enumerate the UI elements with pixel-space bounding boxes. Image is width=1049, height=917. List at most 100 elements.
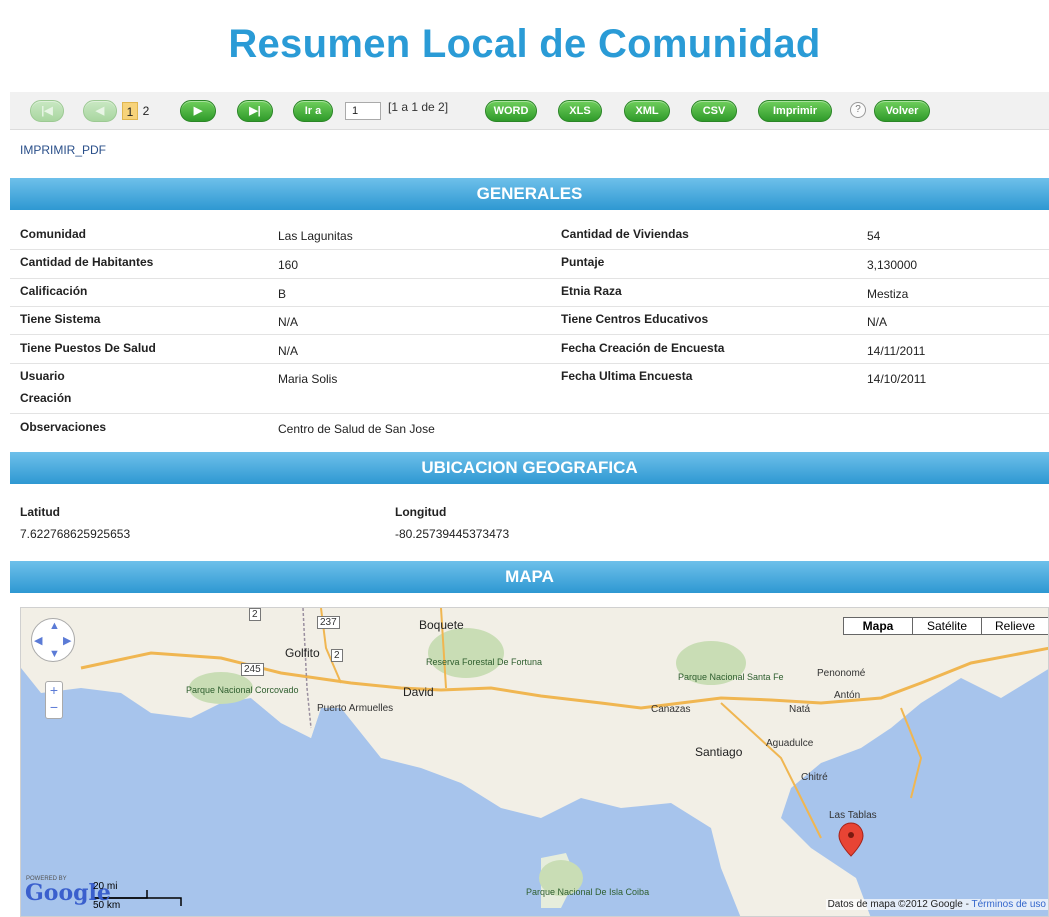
map-label-boquete: Boquete xyxy=(419,618,464,632)
centros-educativos-label: Tiene Centros Educativos xyxy=(561,312,709,326)
print-pdf-link[interactable]: IMPRIMIR_PDF xyxy=(20,143,106,157)
back-button[interactable]: Volver xyxy=(874,100,930,122)
etnia-label: Etnia Raza xyxy=(561,284,622,298)
map-label-nata: Natá xyxy=(789,704,811,715)
zoom-in-icon[interactable]: + xyxy=(46,682,62,699)
habitantes-label: Cantidad de Habitantes xyxy=(20,255,154,269)
pan-control[interactable]: ▲ ◀ ▶ ▼ xyxy=(31,618,75,662)
row-divider xyxy=(10,278,1049,279)
first-page-icon: |◀ xyxy=(41,105,53,117)
map-attribution: Datos de mapa ©2012 Google - Términos de… xyxy=(825,899,1048,910)
observaciones-label: Observaciones xyxy=(20,420,107,434)
fecha-creacion-label: Fecha Creación de Encuesta xyxy=(561,341,725,355)
comunidad-label: Comunidad xyxy=(20,227,86,241)
ubicacion-header: UBICACION GEOGRAFICA xyxy=(10,452,1049,484)
page-link-1[interactable]: 1 xyxy=(122,102,138,120)
page-title: Resumen Local de Comunidad xyxy=(228,22,821,66)
google-map[interactable]: ▲ ◀ ▶ ▼ + − Mapa Satélite Relieve Boquet… xyxy=(20,607,1049,917)
etnia-value: Mestiza xyxy=(867,287,909,301)
route-badge-2: 2 xyxy=(331,649,343,662)
fecha-creacion-value: 14/11/2011 xyxy=(867,344,926,358)
pan-down-icon: ▼ xyxy=(49,648,60,660)
row-divider xyxy=(10,363,1049,364)
tiene-sistema-label: Tiene Sistema xyxy=(20,312,101,326)
scale-km: 50 km xyxy=(93,900,121,911)
generales-header: GENERALES xyxy=(10,178,1049,210)
print-button[interactable]: Imprimir xyxy=(758,100,832,122)
calificacion-value: B xyxy=(278,287,287,301)
pan-left-icon: ◀ xyxy=(34,635,43,647)
fecha-ultima-label: Fecha Ultima Encuesta xyxy=(561,369,693,383)
usuario-creacion-label: Creación xyxy=(20,391,72,405)
export-csv-button[interactable]: CSV xyxy=(691,100,737,122)
map-label-reserva-fortuna: Reserva Forestal De Fortuna xyxy=(426,657,543,667)
latitud-label: Latitud xyxy=(20,505,60,519)
fecha-ultima-value: 14/10/2011 xyxy=(867,372,927,386)
observaciones-value: Centro de Salud de San Jose xyxy=(278,422,435,436)
last-page-icon: ▶| xyxy=(249,105,261,117)
map-type-satelite[interactable]: Satélite xyxy=(912,617,982,635)
map-label-santiago: Santiago xyxy=(695,745,743,759)
map-label-canazas: Canazas xyxy=(651,704,691,715)
longitud-value: -80.25739445373473 xyxy=(395,527,510,541)
map-label-penonome: Penonomé xyxy=(817,668,866,679)
row-divider xyxy=(10,413,1049,414)
map-terrain xyxy=(21,608,1048,916)
viviendas-value: 54 xyxy=(867,229,881,243)
habitantes-value: 160 xyxy=(278,258,299,272)
zoom-out-icon[interactable]: − xyxy=(46,699,62,716)
page-link-2[interactable]: 2 xyxy=(141,102,151,120)
map-label-chitre: Chitré xyxy=(801,772,828,783)
map-type-mapa[interactable]: Mapa xyxy=(843,617,913,635)
map-label-pn-santa-fe: Parque Nacional Santa Fe xyxy=(678,672,784,682)
previous-page-icon: ◀ xyxy=(95,105,105,117)
row-divider xyxy=(10,334,1049,335)
pan-up-icon: ▲ xyxy=(49,620,60,632)
viviendas-label: Cantidad de Viviendas xyxy=(561,227,689,241)
route-badge-245: 245 xyxy=(241,663,264,676)
usuario-label: Usuario xyxy=(20,369,65,383)
centros-educativos-value: N/A xyxy=(867,315,888,329)
map-label-pn-corcovado: Parque Nacional Corcovado xyxy=(186,685,299,695)
map-label-david: David xyxy=(403,685,434,699)
map-label-las-tablas: Las Tablas xyxy=(829,810,877,821)
route-badge-237: 237 xyxy=(317,616,340,629)
map-label-golfito: Golfito xyxy=(285,646,320,660)
usuario-value: Maria Solis xyxy=(278,372,338,386)
map-label-aguadulce: Aguadulce xyxy=(766,738,814,749)
longitud-label: Longitud xyxy=(395,505,447,519)
attribution-text: Datos de mapa ©2012 Google - xyxy=(827,899,972,910)
export-word-button[interactable]: WORD xyxy=(485,100,537,122)
scale-miles: 20 mi xyxy=(93,881,118,892)
route-badge-2-north: 2 xyxy=(249,608,261,621)
calificacion-label: Calificación xyxy=(20,284,88,298)
last-page-button[interactable]: ▶| xyxy=(237,100,273,122)
record-range-text: [1 a 1 de 2] xyxy=(388,100,449,114)
export-xml-button[interactable]: XML xyxy=(624,100,670,122)
previous-page-button[interactable]: ◀ xyxy=(83,100,117,122)
puestos-salud-label: Tiene Puestos De Salud xyxy=(20,341,156,355)
puntaje-label: Puntaje xyxy=(561,255,605,269)
map-label-puerto-armuelles: Puerto Armuelles xyxy=(317,703,394,714)
map-label-pn-isla-coiba: Parque Nacional De Isla Coiba xyxy=(526,887,650,897)
puntaje-value: 3,130000 xyxy=(867,258,918,272)
puestos-salud-value: N/A xyxy=(278,344,299,358)
goto-button[interactable]: Ir a xyxy=(293,100,333,122)
next-page-button[interactable]: ▶ xyxy=(180,100,216,122)
export-xls-button[interactable]: XLS xyxy=(558,100,602,122)
row-divider xyxy=(10,306,1049,307)
map-type-relieve[interactable]: Relieve xyxy=(981,617,1048,635)
navigation-toolbar: |◀ ◀ 1 2 ▶ ▶| Ir a 1 [1 a 1 de 2] WORD X… xyxy=(10,92,1049,130)
first-page-button[interactable]: |◀ xyxy=(30,100,64,122)
row-divider xyxy=(10,249,1049,250)
next-page-icon: ▶ xyxy=(193,105,203,117)
terms-of-use-link[interactable]: Términos de uso xyxy=(972,899,1046,910)
comunidad-value: Las Lagunitas xyxy=(278,229,353,243)
zoom-control[interactable]: + − xyxy=(45,681,63,719)
latitud-value: 7.622768625925653 xyxy=(20,527,131,541)
pan-right-icon: ▶ xyxy=(63,635,72,647)
help-icon[interactable]: ? xyxy=(850,102,866,118)
map-label-anton: Antón xyxy=(834,690,861,701)
goto-page-input[interactable]: 1 xyxy=(345,102,381,120)
mapa-header: MAPA xyxy=(10,561,1049,593)
